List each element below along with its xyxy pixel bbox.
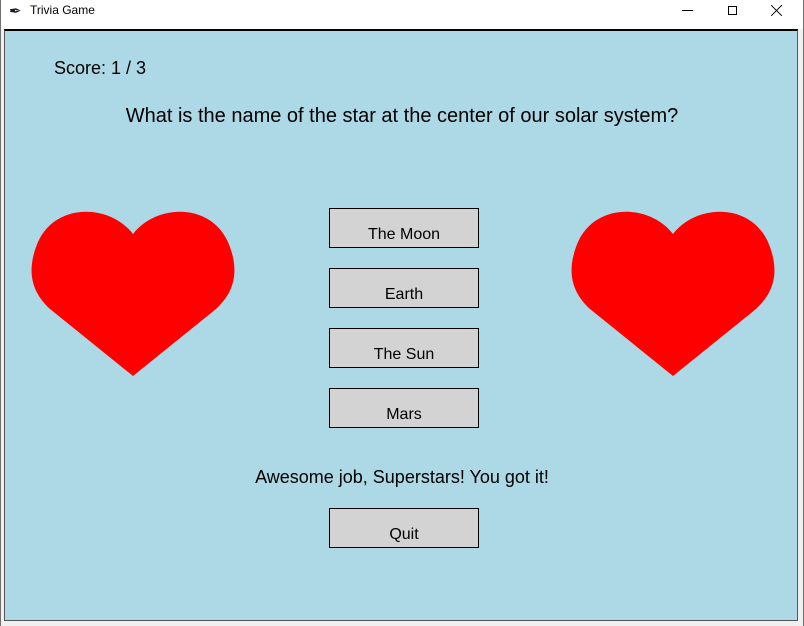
window-title: Trivia Game [30,3,95,17]
score-label: Score: 1 / 3 [54,58,147,78]
quit-button[interactable]: Quit [329,508,479,548]
maximize-button[interactable] [709,0,755,20]
game-canvas: Score: 1 / 3 What is the name of the sta… [4,29,798,621]
heart-icon-left [31,211,235,376]
minimize-button[interactable] [664,0,710,20]
close-button[interactable] [754,0,800,20]
feather-icon: ✒ [9,3,22,20]
close-icon [771,4,783,16]
maximize-icon [727,5,737,15]
app-window: ✒ Trivia Game Score: 1 / 3 What is the n… [0,0,804,626]
answer-button-earth[interactable]: Earth [329,268,479,308]
title-bar[interactable]: ✒ Trivia Game [1,0,803,29]
answer-button-the-sun[interactable]: The Sun [329,328,479,368]
heart-icon-right [571,211,775,376]
answer-button-the-moon[interactable]: The Moon [329,208,479,248]
question-text: What is the name of the star at the cent… [125,105,679,127]
answer-button-mars[interactable]: Mars [329,388,479,428]
feedback-message: Awesome job, Superstars! You got it! [255,467,549,487]
minimize-icon [681,9,693,11]
